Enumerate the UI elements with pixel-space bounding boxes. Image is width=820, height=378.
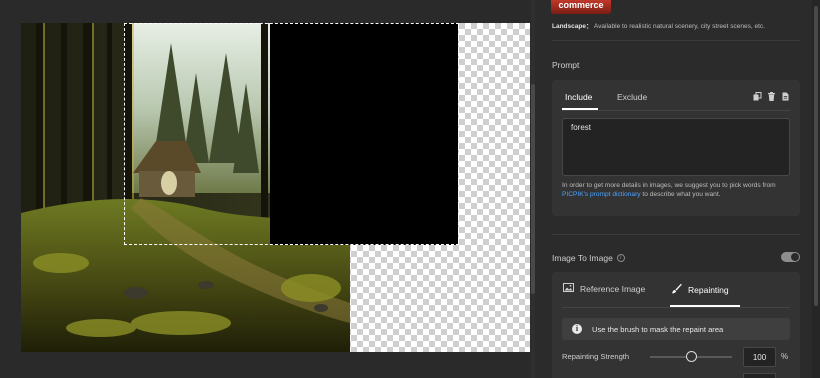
divider [552,40,800,41]
prompt-dictionary-link[interactable]: PICPIK's prompt dictionary [562,191,641,198]
prompt-input[interactable] [562,118,790,176]
prompt-title: Prompt [552,60,580,70]
image-to-image-toggle[interactable] [781,252,800,262]
panel-scrollbar-thumb[interactable] [814,6,818,306]
brush-instruction: i Use the brush to mask the repaint area [562,318,790,340]
landscape-text: Available to realistic natural scenery, … [593,23,765,30]
image-to-image-title: Image To Image [552,253,613,263]
prompt-hint-text: In order to get more details in images, … [562,182,776,189]
tab-include[interactable]: Include [565,92,592,102]
repainting-strength-input[interactable] [743,347,776,367]
tab-divider [562,110,790,111]
document-icon[interactable] [781,92,790,101]
tab-reference-image-label: Reference Image [580,283,646,294]
toggle-knob [791,253,799,261]
image-to-image-header: Image To Image i [552,253,625,263]
repainting-strength-slider-thumb[interactable] [686,351,697,362]
tab-exclude[interactable]: Exclude [617,92,647,102]
info-circle-icon: i [572,324,582,334]
tab-reference-image[interactable]: Reference Image [563,283,645,294]
prompt-hint-text-end: to describe what you want. [640,191,721,198]
image-icon [563,283,574,294]
landscape-label: Landscape： [552,23,593,30]
tab-repainting-label: Repainting [688,284,729,295]
next-field[interactable] [743,373,776,378]
style-thumbnail-label[interactable]: commerce [551,0,611,14]
landscape-description: Landscape： Available to realistic natura… [552,20,765,30]
repainting-strength-label: Repainting Strength [562,352,630,361]
brush-icon [671,283,682,296]
divider [552,234,800,235]
tab-repainting[interactable]: Repainting [671,283,729,296]
panel-scrollbar[interactable] [812,0,820,378]
trash-icon[interactable] [767,92,776,101]
repaint-mask-area [270,23,458,245]
subtab-divider [562,307,790,308]
copy-icon[interactable] [753,92,762,101]
percent-unit: % [781,352,789,361]
brush-instruction-text: Use the brush to mask the repaint area [592,324,724,334]
prompt-hint: In order to get more details in images, … [562,181,794,199]
info-icon[interactable]: i [616,254,625,262]
